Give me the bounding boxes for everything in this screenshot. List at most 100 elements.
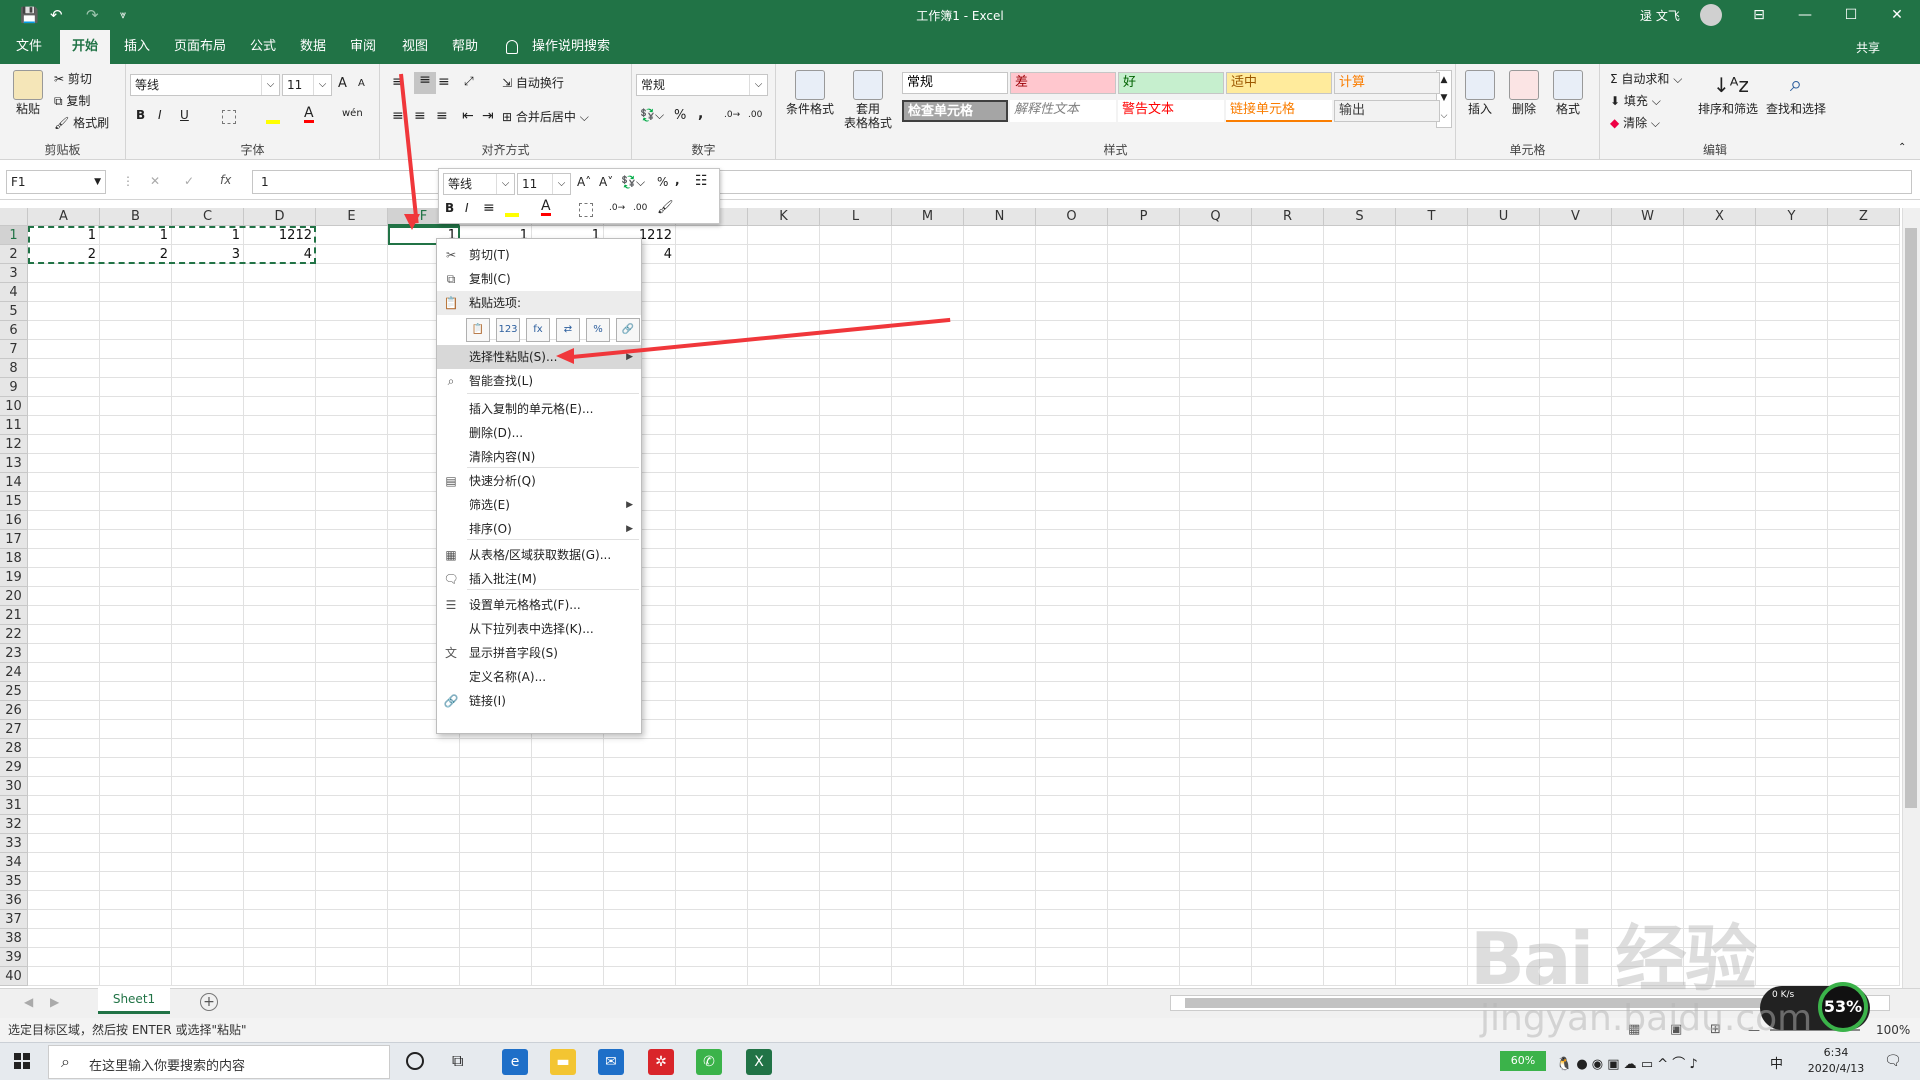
mini-font-color-icon[interactable]: A bbox=[541, 199, 551, 216]
context-menu-item-17[interactable]: 🔗 链接(I) bbox=[437, 689, 641, 713]
row-header[interactable]: 2 bbox=[0, 245, 28, 264]
mini-align-center-icon[interactable]: ≡ bbox=[483, 200, 495, 216]
cell-style-5[interactable]: 检查单元格 bbox=[902, 100, 1008, 122]
minimize-button[interactable]: — bbox=[1782, 0, 1828, 30]
row-header[interactable]: 32 bbox=[0, 815, 28, 834]
column-header[interactable]: R bbox=[1252, 208, 1324, 226]
tray-icons[interactable]: 🐧 ● ◉ ▣ ☁ ▭ ^ ⌒ ♪ bbox=[1556, 1053, 1698, 1072]
column-header[interactable]: B bbox=[100, 208, 172, 226]
tab-data[interactable]: 数据 bbox=[288, 30, 338, 64]
mini-format-painter-icon[interactable]: 🖌 bbox=[657, 200, 674, 215]
mini-font-combo[interactable]: 等线 ⌵ bbox=[443, 173, 515, 195]
mini-bold-button[interactable]: B bbox=[445, 201, 454, 215]
row-header[interactable]: 25 bbox=[0, 682, 28, 701]
sheet-tab-sheet1[interactable]: Sheet1 bbox=[98, 988, 170, 1014]
mini-comma-button[interactable]: , bbox=[675, 173, 680, 187]
column-header[interactable]: X bbox=[1684, 208, 1756, 226]
context-menu-item-4[interactable]: ⌕ 智能查找(L) bbox=[437, 369, 641, 393]
save-icon[interactable]: 💾 bbox=[20, 6, 39, 24]
context-menu-item-13[interactable]: ☰ 设置单元格格式(F)... bbox=[437, 593, 641, 617]
format-as-table-button[interactable]: 套用 表格格式 bbox=[840, 70, 896, 130]
tell-me-search[interactable]: 操作说明搜索 bbox=[520, 30, 622, 64]
delete-cells-button[interactable]: 删除 bbox=[1504, 70, 1544, 116]
column-header[interactable]: C bbox=[172, 208, 244, 226]
share-button[interactable]: 共享 bbox=[1856, 39, 1880, 56]
row-header[interactable]: 33 bbox=[0, 834, 28, 853]
ime-indicator[interactable]: 中 bbox=[1770, 1053, 1783, 1072]
phonetic-icon[interactable]: wén bbox=[342, 108, 363, 119]
decrease-decimal-icon[interactable]: .00 bbox=[748, 110, 762, 120]
row-header[interactable]: 6 bbox=[0, 321, 28, 340]
paste-option-icon[interactable]: ⇄ bbox=[556, 318, 580, 342]
mini-grow-font-icon[interactable]: A˄ bbox=[577, 175, 591, 189]
context-menu-item-0[interactable]: ✂ 剪切(T) bbox=[437, 243, 641, 267]
shrink-font-button[interactable]: A bbox=[358, 78, 365, 89]
edge-icon[interactable]: e bbox=[502, 1049, 528, 1075]
row-header[interactable]: 8 bbox=[0, 359, 28, 378]
row-header[interactable]: 23 bbox=[0, 644, 28, 663]
font-color-icon[interactable]: A bbox=[304, 106, 314, 123]
column-header[interactable]: K bbox=[748, 208, 820, 226]
tab-file[interactable]: 文件 bbox=[4, 30, 54, 64]
cell-style-8[interactable]: 链接单元格 bbox=[1226, 100, 1332, 122]
row-header[interactable]: 18 bbox=[0, 549, 28, 568]
grow-font-button[interactable]: A bbox=[338, 76, 347, 91]
row-header[interactable]: 9 bbox=[0, 378, 28, 397]
wechat-icon[interactable]: ✆ bbox=[696, 1049, 722, 1075]
percent-button[interactable]: % bbox=[674, 108, 686, 123]
context-menu-item-5[interactable]: 插入复制的单元格(E)... bbox=[437, 397, 641, 421]
mini-decrease-decimal-icon[interactable]: .00 bbox=[633, 203, 647, 213]
insert-cells-button[interactable]: 插入 bbox=[1460, 70, 1500, 116]
row-header[interactable]: 17 bbox=[0, 530, 28, 549]
align-right-icon[interactable]: ≡ bbox=[436, 108, 448, 124]
cell-style-3[interactable]: 适中 bbox=[1226, 72, 1332, 94]
row-header[interactable]: 36 bbox=[0, 891, 28, 910]
paste-option-icon[interactable]: fx bbox=[526, 318, 550, 342]
paste-option-icon[interactable]: 🔗 bbox=[616, 318, 640, 342]
paste-button[interactable]: 粘贴 bbox=[10, 70, 46, 116]
taskbar-search[interactable]: ⌕ 在这里输入你要搜索的内容 bbox=[48, 1045, 390, 1079]
mini-fill-color-icon[interactable] bbox=[505, 203, 519, 217]
fill-button[interactable]: ⬇ 填充 ⌵ bbox=[1610, 92, 1661, 109]
vertical-scrollbar[interactable] bbox=[1902, 208, 1920, 988]
tab-insert[interactable]: 插入 bbox=[112, 30, 162, 64]
row-header[interactable]: 13 bbox=[0, 454, 28, 473]
cancel-formula-button[interactable]: ✕ bbox=[150, 174, 160, 188]
context-menu-item-10[interactable]: 排序(O) ▶ bbox=[437, 517, 641, 541]
context-menu-item-7[interactable]: 清除内容(N) bbox=[437, 445, 641, 469]
column-header[interactable]: E bbox=[316, 208, 388, 226]
font-name-combo[interactable]: 等线 ⌵ bbox=[130, 74, 280, 96]
tab-home[interactable]: 开始 bbox=[60, 30, 111, 64]
context-menu-item-11[interactable]: ▦ 从表格/区域获取数据(G)... bbox=[437, 543, 641, 567]
row-header[interactable]: 15 bbox=[0, 492, 28, 511]
row-header[interactable]: 4 bbox=[0, 283, 28, 302]
sort-filter-button[interactable]: ↓ᴬz 排序和筛选 bbox=[1696, 70, 1760, 116]
maximize-button[interactable]: ☐ bbox=[1828, 0, 1874, 30]
format-cells-button[interactable]: 格式 bbox=[1548, 70, 1588, 116]
row-header[interactable]: 38 bbox=[0, 929, 28, 948]
column-header[interactable]: V bbox=[1540, 208, 1612, 226]
row-header[interactable]: 29 bbox=[0, 758, 28, 777]
column-header[interactable]: Z bbox=[1828, 208, 1900, 226]
collapse-ribbon-icon[interactable]: ⌃ bbox=[1898, 142, 1906, 153]
align-bottom-icon[interactable]: ≡ bbox=[438, 74, 450, 90]
row-header[interactable]: 1 bbox=[0, 226, 28, 245]
decrease-indent-icon[interactable]: ⇤ bbox=[462, 108, 474, 124]
zoom-level[interactable]: 100% bbox=[1876, 1018, 1910, 1042]
row-header[interactable]: 28 bbox=[0, 739, 28, 758]
column-header[interactable]: D bbox=[244, 208, 316, 226]
cell-style-0[interactable]: 常规 bbox=[902, 72, 1008, 94]
row-header[interactable]: 24 bbox=[0, 663, 28, 682]
autosum-button[interactable]: Σ 自动求和 ⌵ bbox=[1610, 70, 1682, 87]
row-header[interactable]: 20 bbox=[0, 587, 28, 606]
fill-color-icon[interactable] bbox=[266, 110, 280, 124]
cell-style-6[interactable]: 解释性文本 bbox=[1010, 100, 1116, 122]
column-header[interactable]: Y bbox=[1756, 208, 1828, 226]
column-header[interactable]: O bbox=[1036, 208, 1108, 226]
borders-icon[interactable] bbox=[222, 110, 236, 124]
enter-formula-button[interactable]: ✓ bbox=[184, 174, 194, 188]
row-header[interactable]: 10 bbox=[0, 397, 28, 416]
mini-italic-button[interactable]: I bbox=[465, 201, 469, 215]
cut-button[interactable]: ✂ 剪切 bbox=[54, 70, 92, 87]
tab-review[interactable]: 审阅 bbox=[338, 30, 388, 64]
